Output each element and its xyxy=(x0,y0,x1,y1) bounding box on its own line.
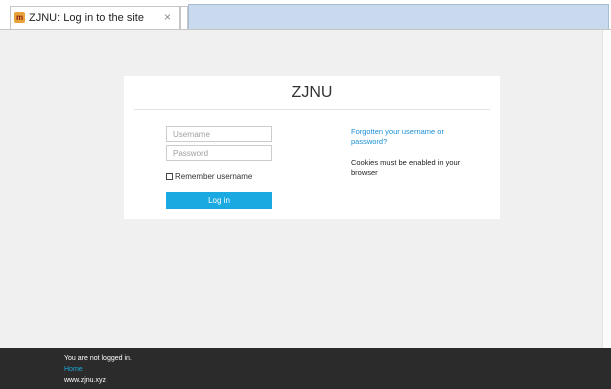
page-footer: You are not logged in. Home www.zjnu.xyz xyxy=(0,348,611,389)
remember-username-option[interactable]: Remember username xyxy=(166,170,252,182)
forgot-credentials-link[interactable]: Forgotten your username or password? xyxy=(351,127,463,147)
username-input[interactable] xyxy=(166,126,272,142)
new-tab-button[interactable] xyxy=(180,6,188,29)
login-button[interactable]: Log in xyxy=(166,192,272,209)
site-favicon-icon: m xyxy=(14,12,25,23)
vertical-scrollbar[interactable] xyxy=(602,30,611,348)
title-divider xyxy=(134,109,490,110)
cookies-notice: Cookies must be enabled in your browser xyxy=(351,158,461,177)
tab-title: ZJNU: Log in to the site xyxy=(29,12,144,24)
tab-strip-background xyxy=(188,4,609,30)
remember-username-label: Remember username xyxy=(175,171,253,181)
browser-tab-strip: m ZJNU: Log in to the site × xyxy=(0,0,611,30)
login-status-text: You are not logged in. xyxy=(64,355,132,362)
close-tab-icon[interactable]: × xyxy=(164,10,171,24)
site-url-text: www.zjnu.xyz xyxy=(64,377,107,384)
home-link[interactable]: Home xyxy=(64,366,83,373)
login-card: ZJNU Remember username Log in Forgotten … xyxy=(124,76,500,219)
browser-tab[interactable]: m ZJNU: Log in to the site × xyxy=(10,6,180,30)
site-title: ZJNU xyxy=(291,84,333,101)
password-input[interactable] xyxy=(166,145,272,161)
remember-username-checkbox[interactable] xyxy=(166,172,173,180)
